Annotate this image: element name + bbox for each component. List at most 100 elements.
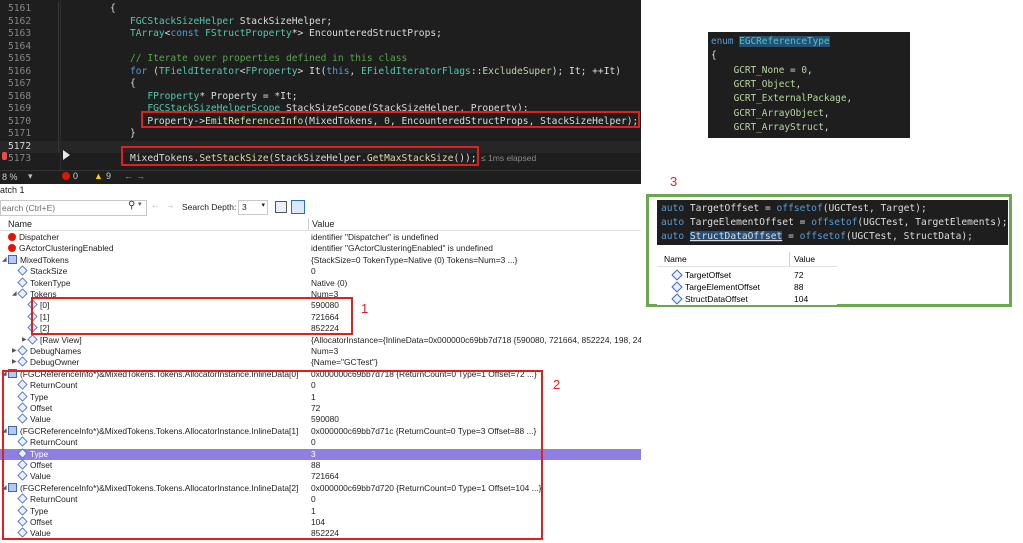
expand-arrow-icon[interactable]: ▶ (22, 335, 27, 346)
pin-icon[interactable] (275, 201, 287, 213)
code-token: (UGCTest, StructData); (845, 231, 973, 242)
code-token: , (846, 93, 853, 105)
breakpoint-arrow-icon[interactable] (63, 150, 70, 160)
watch-row[interactable]: StackSize 0 (0, 265, 641, 277)
line-number: 5173 (8, 153, 32, 164)
code-line[interactable]: 5167 { (0, 78, 641, 90)
code-line[interactable]: 5166 for (TFieldIterator<FProperty> It(th… (0, 66, 641, 78)
code-token: GCRT_ArrayObject (711, 107, 824, 119)
watch-row-name: StackSize (17, 265, 68, 277)
watch-row[interactable]: TokenType Native (0) (0, 277, 641, 289)
collapse-arrow-icon[interactable]: ◢ (2, 255, 7, 266)
zoom-dropdown-icon[interactable]: ▾ (28, 171, 33, 182)
field-icon (671, 293, 683, 305)
elapsed-time-label: ≤ 1ms elapsed (481, 153, 537, 163)
watch-row[interactable]: Dispatcher identifier "Dispatcher" is und… (0, 232, 641, 243)
watch-row[interactable]: ▶ DebugNames Num=3 (0, 345, 641, 357)
expand-arrow-icon[interactable]: ▶ (12, 357, 17, 368)
code-text: } (130, 128, 136, 140)
search-depth-dropdown-icon: ▾ (261, 202, 265, 209)
code-token: GCRT_Object (711, 78, 796, 90)
code-token: = (784, 64, 802, 76)
error-count: 0 (73, 171, 79, 181)
watch-row-value[interactable]: 0 (311, 266, 641, 277)
zoom-level[interactable]: 8 % (2, 172, 18, 182)
error-icon[interactable] (62, 172, 70, 180)
watch-search-input[interactable]: earch (Ctrl+E) (0, 200, 147, 216)
field-icon (17, 288, 28, 299)
column-header-value[interactable]: Value (312, 218, 334, 230)
highlight-emit-reference-info (141, 111, 640, 128)
collapse-arrow-icon[interactable]: ◢ (12, 289, 17, 300)
nav-back-arrow-icon[interactable]: ← (124, 171, 133, 181)
code-editor[interactable]: 5161 {5162 FGCStackSizeHelper StackSizeHel… (0, 0, 641, 170)
search-dropdown-icon[interactable]: ▾ (138, 200, 142, 208)
offset-row[interactable]: StructDataOffset 104 (657, 293, 837, 305)
code-token: { (711, 50, 717, 62)
line-number: 5164 (8, 40, 32, 52)
header-divider (0, 230, 641, 231)
search-depth-select[interactable]: 3 ▾ (238, 200, 268, 215)
offset-watch-table[interactable]: Name Value TargetOffset 72 TargeElementOff… (657, 250, 837, 305)
annotation-3: 3 (670, 174, 678, 189)
watch-row-name: [Raw View] (27, 334, 82, 346)
watch-row[interactable]: ▶ DebugOwner {Name="GCTest"} (0, 356, 641, 368)
column-header-name[interactable]: Name (8, 218, 32, 230)
code-text: FProperty* Property = *It; (130, 91, 297, 103)
code-line[interactable]: 5162 FGCStackSizeHelper StackSizeHelper; (0, 16, 641, 28)
watch-row-value[interactable]: identifier "Dispatcher" is undefined (311, 232, 641, 243)
search-back-icon[interactable]: ← (151, 200, 160, 210)
enum-code-pane: enum EGCReferenceType{ GCRT_None = 0, GC… (708, 32, 910, 138)
watch-row[interactable]: ▶ [Raw View] {AllocatorInstance={InlineDat… (0, 334, 641, 346)
watch-row-label: TokenType (30, 277, 71, 288)
code-line[interactable]: 5168 FProperty* Property = *It; (0, 91, 641, 103)
view-toggle-icon[interactable] (291, 200, 305, 214)
watch-row-label: GActorClusteringEnabled (19, 243, 114, 254)
code-line[interactable]: 5165 // Iterate over properties defined i… (0, 53, 641, 65)
code-token: FProperty (245, 65, 298, 77)
watch-row-name: GActorClusteringEnabled (8, 243, 114, 254)
column-divider[interactable] (308, 218, 309, 230)
watch-row-value[interactable]: {AllocatorInstance={InlineData=0x000000c… (311, 335, 641, 346)
code-token: this (326, 65, 350, 77)
warning-icon[interactable]: ▲ (94, 171, 103, 181)
watch-row-value[interactable]: Num=3 (311, 346, 641, 357)
expand-arrow-icon[interactable]: ▶ (12, 346, 17, 357)
watch-row-value[interactable]: Num=3 (311, 289, 641, 300)
search-icon[interactable]: ⚲ (128, 200, 135, 211)
search-forward-icon[interactable]: → (166, 200, 175, 210)
code-line[interactable]: 5171} (0, 128, 641, 140)
watch-row[interactable]: ◢ MixedTokens {StackSize=0 TokenType=Nativ… (0, 254, 641, 266)
line-number: 5170 (8, 115, 32, 127)
watch-row-label: StackSize (30, 266, 68, 277)
watch-row-value[interactable]: 852224 (311, 323, 641, 334)
code-line[interactable]: 5164 (0, 41, 641, 53)
code-token: (UGCTest, TargetElements); (857, 217, 1008, 228)
code-line[interactable]: 5163 TArray<const FStructProperty*> Encou… (0, 28, 641, 40)
watch-row[interactable]: GActorClusteringEnabled identifier "GActo… (0, 243, 641, 254)
offset-col-value[interactable]: Value (794, 254, 815, 264)
watch-title[interactable]: atch 1 (0, 184, 641, 196)
watch-row-value[interactable]: Native (0) (311, 278, 641, 289)
offset-row[interactable]: TargetOffset 72 (657, 269, 837, 281)
offset-col-name[interactable]: Name (664, 254, 687, 264)
code-token: ); It; ++It) (551, 65, 622, 77)
line-number: 5163 (8, 28, 32, 39)
field-icon (17, 356, 28, 367)
code-line[interactable]: 5161 { (0, 3, 641, 15)
code-token: for (130, 65, 154, 77)
code-token: // Iterate over properties defined in th… (130, 53, 408, 64)
code-token: (UGCTest, Target); (822, 203, 927, 214)
code-token: TargeElementOffset = (689, 217, 812, 228)
enum-line: enum EGCReferenceType (711, 35, 830, 49)
watch-row-value[interactable]: {StackSize=0 TokenType=Native (0) Tokens… (311, 255, 641, 266)
code-token: GCRT_ArrayStruct (711, 121, 824, 133)
watch-row-label: Dispatcher (19, 232, 60, 242)
code-token: GCRT_ExternalPackage (711, 93, 847, 105)
watch-row-label: MixedTokens (20, 254, 69, 265)
watch-row-value[interactable]: {Name="GCTest"} (311, 357, 641, 368)
nav-forward-arrow-icon[interactable]: → (136, 171, 145, 181)
offset-row[interactable]: TargeElementOffset 88 (657, 281, 837, 293)
code-token: } (130, 128, 136, 139)
watch-row-value[interactable]: identifier "GActorClusteringEnabled" is … (311, 243, 641, 254)
